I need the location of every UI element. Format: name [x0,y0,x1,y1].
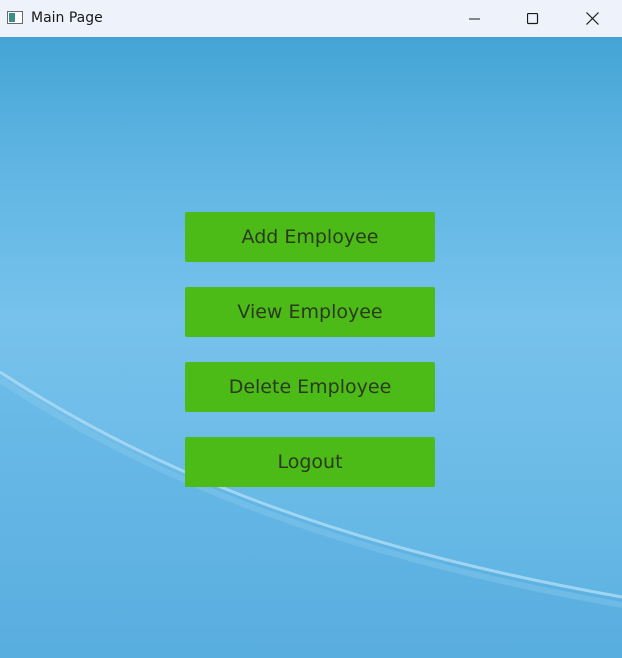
minimize-icon [469,13,481,25]
background-swoosh [0,370,622,658]
delete-employee-button[interactable]: Delete Employee [185,362,435,412]
maximize-icon [527,12,539,25]
minimize-button[interactable] [446,0,504,37]
close-button[interactable] [563,0,621,37]
logout-button[interactable]: Logout [185,437,435,487]
title-bar[interactable]: Main Page [0,0,622,37]
view-employee-button[interactable]: View Employee [185,287,435,337]
add-employee-button[interactable]: Add Employee [185,212,435,262]
maximize-button[interactable] [504,0,562,37]
main-content-area: Add Employee View Employee Delete Employ… [0,37,622,658]
app-window-icon [7,11,23,24]
main-window: Main Page Add Employee View Employee Del… [0,0,622,658]
close-icon [585,12,599,25]
window-title: Main Page [31,10,103,26]
